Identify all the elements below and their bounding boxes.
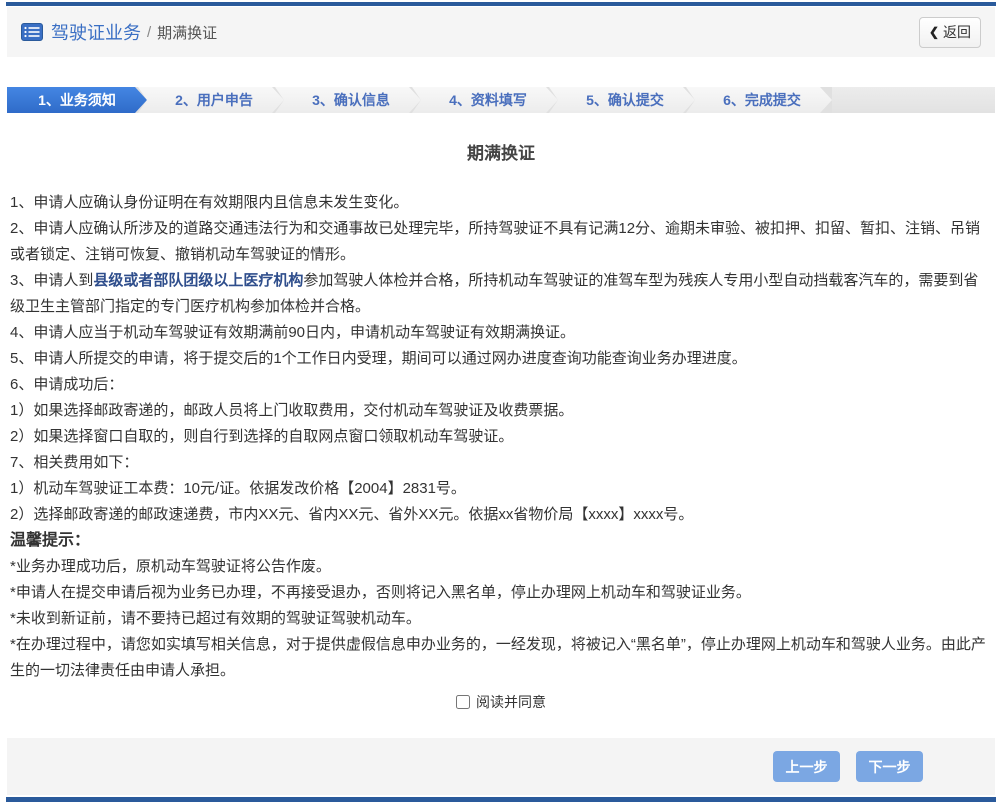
agree-label: 阅读并同意: [476, 694, 546, 710]
breadcrumb-section: 驾驶证业务: [51, 23, 141, 43]
notice-line: 5、申请人所提交的申请，将于提交后的1个工作日内受理，期间可以通过网办进度查询功…: [10, 350, 747, 367]
tip-line: *未收到新证前，请不要持已超过有效期的驾驶证驾驶机动车。: [10, 610, 421, 627]
notice-line: 1）机动车驾驶证工本费：10元/证。依据发改价格【2004】2831号。: [10, 480, 466, 497]
tips-list: *业务办理成功后，原机动车驾驶证将公告作废。 *申请人在提交申请后视为业务已办理，…: [10, 554, 992, 684]
notice-line: 7、相关费用如下：: [10, 454, 139, 471]
back-button-label: 返回: [943, 24, 972, 40]
breadcrumb-current: 期满换证: [157, 24, 218, 42]
previous-step-button[interactable]: 上一步: [773, 751, 840, 782]
notice-line: 6、申请成功后：: [10, 376, 124, 393]
tip-line: *业务办理成功后，原机动车驾驶证将公告作废。: [10, 558, 331, 575]
step-2: 2、用户申告: [138, 87, 284, 113]
chevron-left-icon: ❮: [928, 25, 940, 39]
step-indicator: 1、业务须知 2、用户申告 3、确认信息 4、资料填写 5、确认提交 6、完成提交: [7, 87, 995, 113]
notice-line: 1）如果选择邮政寄递的，邮政人员将上门收取费用，交付机动车驾驶证及收费票据。: [10, 402, 574, 419]
agree-row: 阅读并同意: [0, 692, 1002, 712]
back-button[interactable]: ❮ 返回: [919, 16, 981, 48]
notice-line: 2、申请人应确认所涉及的道路交通违法行为和交通事故已处理完毕，所持驾驶证不具有记…: [10, 220, 981, 263]
next-step-button[interactable]: 下一步: [856, 751, 923, 782]
notice-line: 3、申请人到县级或者部队团级以上医疗机构参加驾驶人体检并合格，所持机动车驾驶证的…: [10, 272, 979, 315]
step-6: 6、完成提交: [686, 87, 832, 113]
notice-line: 4、申请人应当于机动车驾驶证有效期满前90日内，申请机动车驾驶证有效期满换证。: [10, 324, 576, 341]
tip-line: *在办理过程中，请您如实填写相关信息，对于提供虚假信息申办业务的，一经发现，将被…: [10, 636, 986, 679]
breadcrumb-separator: /: [147, 23, 152, 41]
notice-line: 1、申请人应确认身份证明在有效期限内且信息未发生变化。: [10, 194, 409, 211]
notice-list: 1、申请人应确认身份证明在有效期限内且信息未发生变化。 2、申请人应确认所涉及的道…: [10, 190, 992, 528]
page-title: 期满换证: [467, 144, 535, 163]
step-4: 4、资料填写: [412, 87, 558, 113]
step-track-filler: [832, 87, 995, 113]
notice-line: 2）如果选择窗口自取的，则自行到选择的自取网点窗口领取机动车驾驶证。: [10, 428, 514, 445]
step-1: 1、业务须知: [7, 87, 147, 113]
tips-title: 温馨提示：: [10, 532, 91, 549]
step-5: 5、确认提交: [549, 87, 695, 113]
page-header: 驾驶证业务 / 期满换证 ❮ 返回: [7, 7, 995, 57]
tips-section: 温馨提示：: [10, 528, 992, 554]
step-3: 3、确认信息: [275, 87, 421, 113]
bottom-accent-bar: [6, 797, 996, 802]
top-accent-bar: [6, 2, 996, 6]
notice-line: 2）选择邮政寄递的邮政速递费，市内XX元、省内XX元、省外XX元。依据xx省物价…: [10, 506, 694, 523]
footer-bar: 上一步 下一步: [7, 738, 995, 795]
tip-line: *申请人在提交申请后视为业务已办理，不再接受退办，否则将记入黑名单，停止办理网上…: [10, 584, 751, 601]
list-icon: [21, 23, 43, 41]
agree-checkbox[interactable]: [456, 695, 470, 709]
